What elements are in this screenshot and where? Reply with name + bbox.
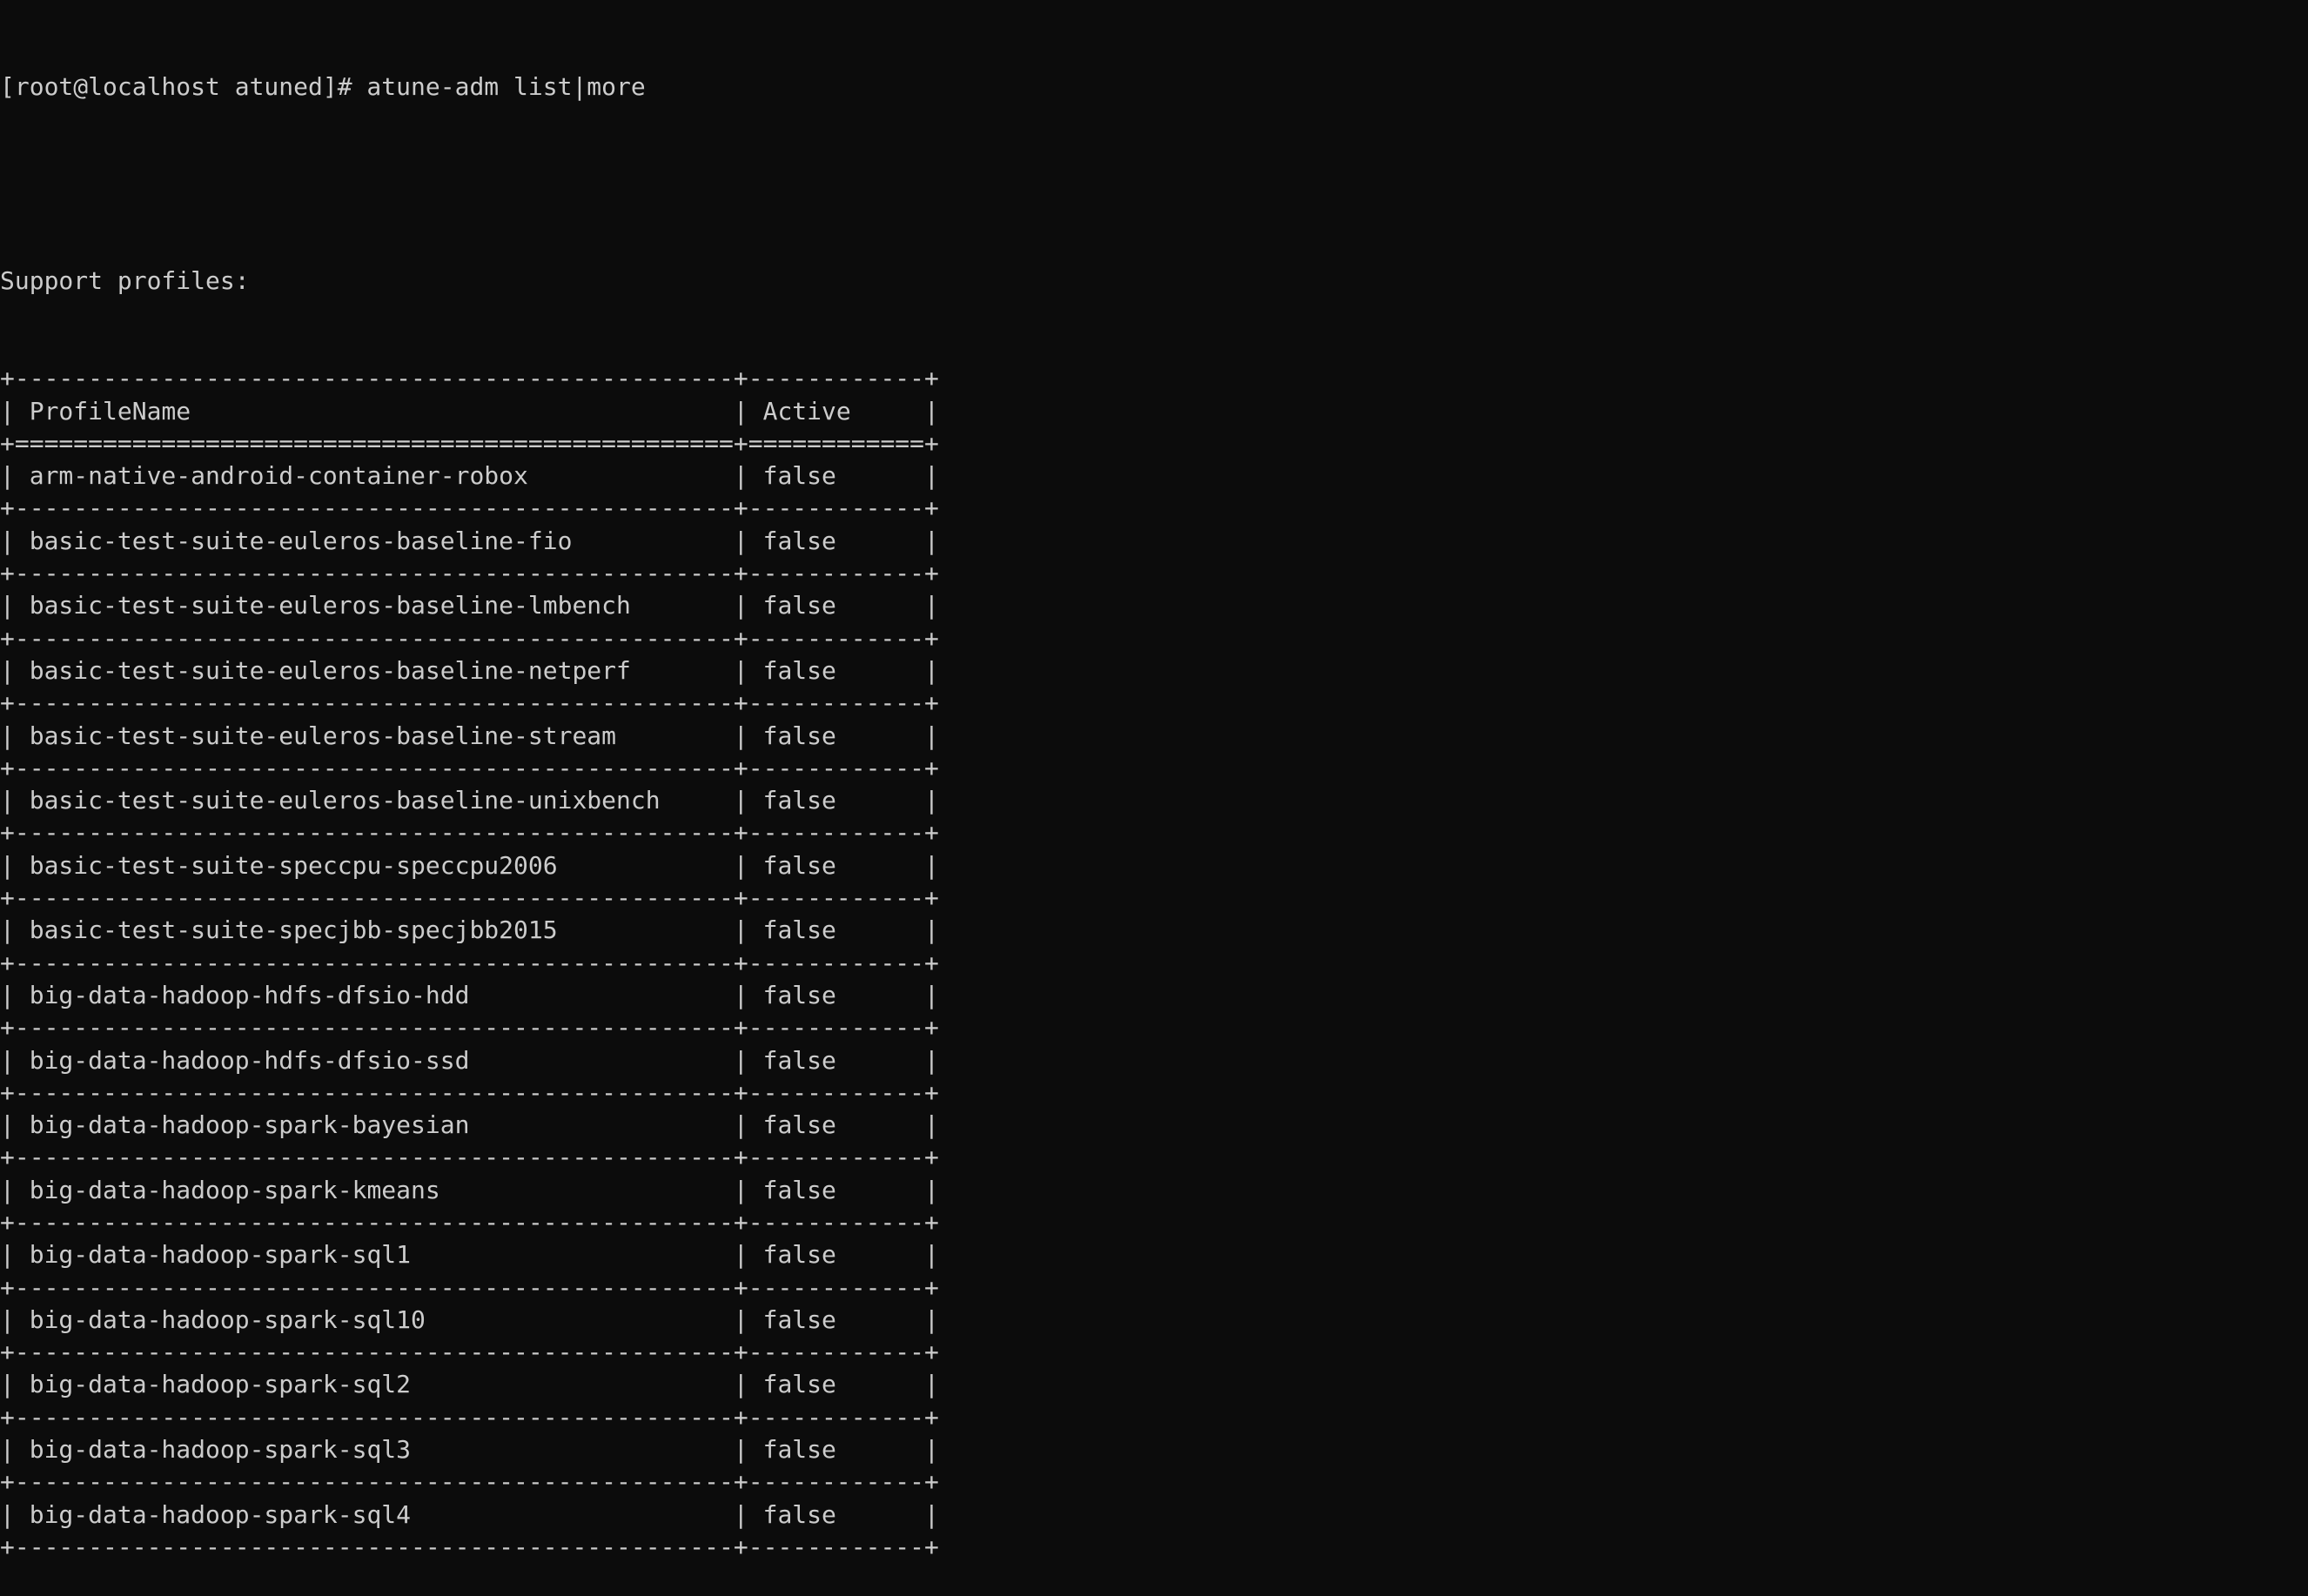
profile-name-cell: big-data-hadoop-spark-kmeans xyxy=(14,1175,734,1204)
active-cell: false xyxy=(748,526,925,555)
profile-name-cell: basic-test-suite-speccpu-speccpu2006 xyxy=(14,850,734,880)
table-row: | big-data-hadoop-spark-sql4 | false | xyxy=(0,1499,939,1529)
profile-name-cell: big-data-hadoop-spark-sql2 xyxy=(14,1370,734,1399)
active-cell: false xyxy=(748,1175,925,1204)
table-border: +---------------------------------------… xyxy=(0,493,939,523)
profile-name-cell: big-data-hadoop-spark-bayesian xyxy=(14,1110,734,1140)
table-row: | basic-test-suite-euleros-baseline-stre… xyxy=(0,721,939,750)
table-border: +---------------------------------------… xyxy=(0,1272,939,1302)
table-row: | basic-test-suite-euleros-baseline-unix… xyxy=(0,786,939,815)
profile-name-cell: basic-test-suite-euleros-baseline-stream xyxy=(14,721,734,750)
active-cell: false xyxy=(748,1304,925,1334)
profile-name-cell: big-data-hadoop-hdfs-dfsio-hdd xyxy=(14,980,734,1009)
table-row: | big-data-hadoop-spark-kmeans | false | xyxy=(0,1175,939,1204)
table-header-row: | ProfileName | Active | xyxy=(0,396,939,426)
profile-name-cell: arm-native-android-container-robox xyxy=(14,461,734,491)
table-row: | basic-test-suite-euleros-baseline-fio … xyxy=(0,526,939,555)
table-border: +---------------------------------------… xyxy=(0,688,939,718)
profile-name-cell: big-data-hadoop-spark-sql4 xyxy=(14,1499,734,1529)
table-row: | big-data-hadoop-hdfs-dfsio-hdd | false… xyxy=(0,980,939,1009)
table-border: +---------------------------------------… xyxy=(0,1338,939,1367)
table-row: | big-data-hadoop-hdfs-dfsio-ssd | false… xyxy=(0,1045,939,1075)
active-cell: false xyxy=(748,980,925,1009)
table-border: +---------------------------------------… xyxy=(0,1467,939,1497)
table-row: | big-data-hadoop-spark-sql1 | false | xyxy=(0,1240,939,1270)
table-row: | basic-test-suite-speccpu-speccpu2006 |… xyxy=(0,850,939,880)
active-cell: false xyxy=(748,1045,925,1075)
profile-name-cell: big-data-hadoop-spark-sql10 xyxy=(14,1304,734,1334)
table-border: +---------------------------------------… xyxy=(0,753,939,782)
table-row: | basic-test-suite-specjbb-specjbb2015 |… xyxy=(0,915,939,945)
profile-name-cell: basic-test-suite-euleros-baseline-lmbenc… xyxy=(14,591,734,620)
active-cell: false xyxy=(748,1370,925,1399)
profiles-table: +---------------------------------------… xyxy=(0,362,2308,1563)
table-row: | big-data-hadoop-spark-sql10 | false | xyxy=(0,1304,939,1334)
table-row: | big-data-hadoop-spark-sql3 | false | xyxy=(0,1435,939,1465)
command-prompt-line: [root@localhost atuned]# atune-adm list|… xyxy=(0,71,646,101)
active-cell: false xyxy=(748,1110,925,1140)
table-row: | big-data-hadoop-spark-bayesian | false… xyxy=(0,1110,939,1140)
active-cell: false xyxy=(748,591,925,620)
table-border: +---------------------------------------… xyxy=(0,883,939,913)
table-border: +---------------------------------------… xyxy=(0,818,939,848)
active-cell: false xyxy=(748,1499,925,1529)
table-row: | arm-native-android-container-robox | f… xyxy=(0,461,939,491)
profile-name-cell: ProfileName xyxy=(14,396,734,426)
section-title: Support profiles: xyxy=(0,266,250,296)
table-border: +---------------------------------------… xyxy=(0,948,939,977)
table-border: +---------------------------------------… xyxy=(0,1013,939,1043)
table-row: | basic-test-suite-euleros-baseline-netp… xyxy=(0,655,939,685)
active-cell: false xyxy=(748,915,925,945)
active-cell: false xyxy=(748,850,925,880)
table-border: +---------------------------------------… xyxy=(0,1077,939,1107)
active-cell: false xyxy=(748,786,925,815)
profile-name-cell: basic-test-suite-specjbb-specjbb2015 xyxy=(14,915,734,945)
terminal-window[interactable]: [root@localhost atuned]# atune-adm list|… xyxy=(0,0,2308,1561)
table-border: +---------------------------------------… xyxy=(0,364,939,393)
active-cell: false xyxy=(748,721,925,750)
profile-name-cell: basic-test-suite-euleros-baseline-fio xyxy=(14,526,734,555)
table-border: +---------------------------------------… xyxy=(0,623,939,653)
active-cell: false xyxy=(748,655,925,685)
active-cell: false xyxy=(748,1435,925,1465)
active-cell: false xyxy=(748,1240,925,1270)
profile-name-cell: basic-test-suite-euleros-baseline-unixbe… xyxy=(14,786,734,815)
profile-name-cell: big-data-hadoop-spark-sql3 xyxy=(14,1435,734,1465)
table-row: | big-data-hadoop-spark-sql2 | false | xyxy=(0,1370,939,1399)
active-cell: Active xyxy=(748,396,925,426)
table-row: | basic-test-suite-euleros-baseline-lmbe… xyxy=(0,591,939,620)
table-border: +---------------------------------------… xyxy=(0,1207,939,1237)
table-header-border: +=======================================… xyxy=(0,428,939,458)
table-border: +---------------------------------------… xyxy=(0,559,939,588)
profile-name-cell: big-data-hadoop-hdfs-dfsio-ssd xyxy=(14,1045,734,1075)
table-border: +---------------------------------------… xyxy=(0,1143,939,1172)
profile-name-cell: big-data-hadoop-spark-sql1 xyxy=(14,1240,734,1270)
table-border: +---------------------------------------… xyxy=(0,1532,939,1561)
profile-name-cell: basic-test-suite-euleros-baseline-netper… xyxy=(14,655,734,685)
table-border: +---------------------------------------… xyxy=(0,1402,939,1432)
active-cell: false xyxy=(748,461,925,491)
